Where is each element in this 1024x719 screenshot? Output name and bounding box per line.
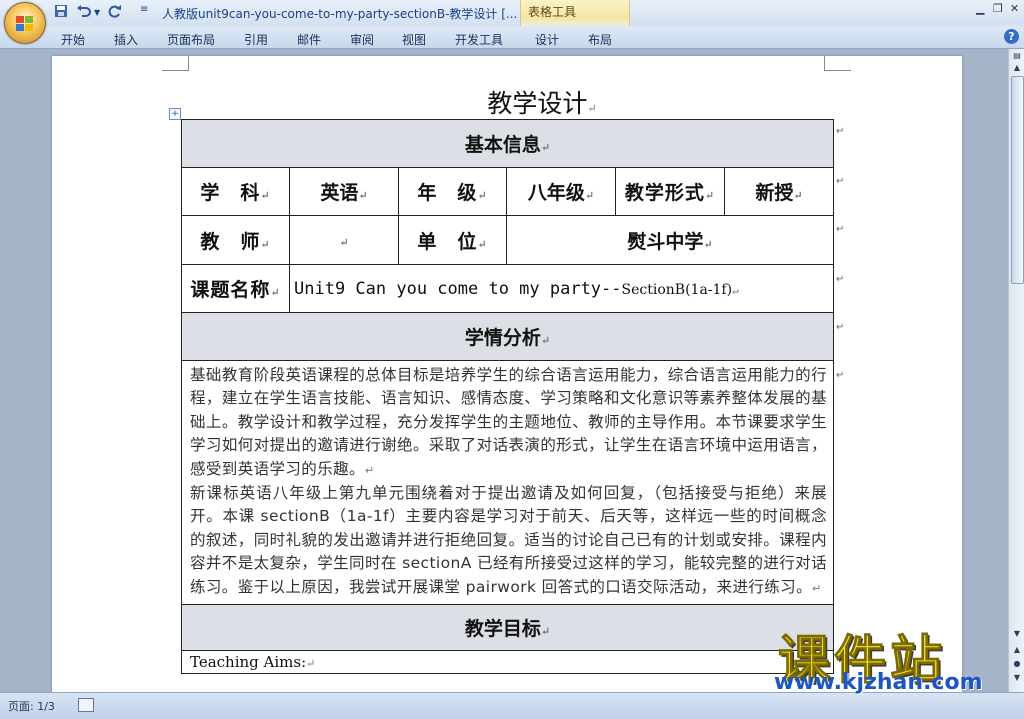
teaching-aims-header: 教学目标↵	[181, 604, 834, 652]
watermark: 课件站 www.kjzhan.com	[770, 618, 1010, 698]
undo-icon[interactable]	[76, 4, 92, 22]
proofing-icon[interactable]	[78, 698, 94, 712]
customize-quick-access-icon[interactable]: ≡	[140, 4, 148, 22]
help-icon[interactable]: ?	[1004, 29, 1019, 44]
table-move-handle-icon[interactable]: +	[169, 108, 181, 120]
tab-review[interactable]: 审阅	[350, 31, 374, 48]
previous-page-icon[interactable]: ▲	[1010, 643, 1024, 656]
table-tools-label: 表格工具	[528, 5, 577, 19]
unit-value[interactable]: 熨斗中学↵	[506, 215, 834, 265]
office-logo-icon	[16, 16, 33, 31]
document-title: 教学设计↵	[432, 84, 652, 120]
teaching-form-value[interactable]: 新授↵	[724, 167, 834, 216]
basic-info-header: 基本信息↵	[181, 119, 834, 168]
tab-references[interactable]: 引用	[244, 31, 268, 48]
teacher-value[interactable]: ↵	[289, 215, 399, 265]
student-analysis-body[interactable]: 基础教育阶段英语课程的总体目标是培养学生的综合语言运用能力，综合语言运用能力的行…	[181, 359, 834, 606]
crop-mark-right	[824, 56, 851, 71]
teaching-form-label: 教学形式↵	[615, 167, 725, 216]
tab-developer[interactable]: 开发工具	[455, 31, 503, 48]
row-end-mark: ↵	[836, 322, 845, 333]
scroll-up-icon[interactable]: ▲	[1010, 61, 1024, 74]
topic-label: 课题名称↵	[181, 264, 290, 313]
restore-icon[interactable]: ❐	[993, 2, 1003, 15]
tab-table-design[interactable]: 设计	[535, 31, 559, 48]
document-canvas: 教学设计↵ + 基本信息↵ 学 科↵ 英语↵ 年 级↵ 八年级↵ 教学形式↵ 新…	[0, 49, 1008, 692]
grade-value[interactable]: 八年级↵	[506, 167, 616, 216]
redo-icon[interactable]	[108, 4, 122, 22]
row-end-mark: ↵	[836, 176, 845, 187]
tab-view[interactable]: 视图	[402, 31, 426, 48]
unit-label: 单 位↵	[398, 215, 507, 265]
tab-table-layout[interactable]: 布局	[588, 31, 612, 48]
close-icon[interactable]: ✕	[1010, 2, 1019, 15]
ribbon-tab-bar	[0, 26, 1024, 49]
scroll-down-icon[interactable]: ▼	[1010, 627, 1024, 640]
undo-dropdown-icon[interactable]: ▼	[94, 8, 100, 26]
scroll-thumb[interactable]	[1011, 76, 1024, 284]
save-icon[interactable]	[54, 4, 68, 22]
analysis-paragraph-2: 新课标英语八年级上第九单元围绕着对于提出邀请及如何回复，（包括接受与拒绝）来展开…	[190, 484, 827, 596]
window-title: 人教版unit9can-you-come-to-my-party-section…	[162, 7, 518, 21]
subject-value[interactable]: 英语↵	[289, 167, 399, 216]
vertical-scrollbar[interactable]: ▤ ▲ ▼ ▲ ● ▼	[1008, 49, 1024, 692]
lesson-info-table: 基本信息↵ 学 科↵ 英语↵ 年 级↵ 八年级↵ 教学形式↵ 新授↵ 教 师↵ …	[181, 119, 834, 675]
next-page-icon[interactable]: ▼	[1010, 671, 1024, 684]
tab-mailings[interactable]: 邮件	[297, 31, 321, 48]
row-end-mark: ↵	[836, 224, 845, 235]
document-page[interactable]: 教学设计↵ + 基本信息↵ 学 科↵ 英语↵ 年 级↵ 八年级↵ 教学形式↵ 新…	[52, 56, 962, 692]
row-end-mark: ↵	[836, 370, 845, 381]
subject-label: 学 科↵	[181, 167, 290, 216]
office-button[interactable]	[4, 2, 46, 44]
page-count[interactable]: 页面: 1/3	[8, 698, 55, 714]
row-end-mark: ↵	[836, 274, 845, 285]
select-browse-object-icon[interactable]: ●	[1010, 657, 1024, 670]
minimize-icon[interactable]: ▁	[976, 2, 984, 15]
student-analysis-header: 学情分析↵	[181, 312, 834, 361]
row-end-mark: ↵	[836, 126, 845, 137]
tab-home[interactable]: 开始	[61, 31, 85, 48]
title-text: 教学设计	[487, 89, 588, 118]
paragraph-mark: ↵	[587, 102, 597, 115]
watermark-url: www.kjzhan.com	[774, 670, 983, 695]
teaching-aims-body[interactable]: Teaching Aims:↵	[181, 650, 834, 675]
tab-page-layout[interactable]: 页面布局	[167, 31, 215, 48]
tab-insert[interactable]: 插入	[114, 31, 138, 48]
teacher-label: 教 师↵	[181, 215, 290, 265]
grade-label: 年 级↵	[398, 167, 507, 216]
topic-value[interactable]: Unit9 Can you come to my party--SectionB…	[289, 264, 834, 313]
crop-mark-left	[162, 56, 189, 71]
analysis-paragraph-1: 基础教育阶段英语课程的总体目标是培养学生的综合语言运用能力，综合语言运用能力的行…	[190, 366, 827, 478]
